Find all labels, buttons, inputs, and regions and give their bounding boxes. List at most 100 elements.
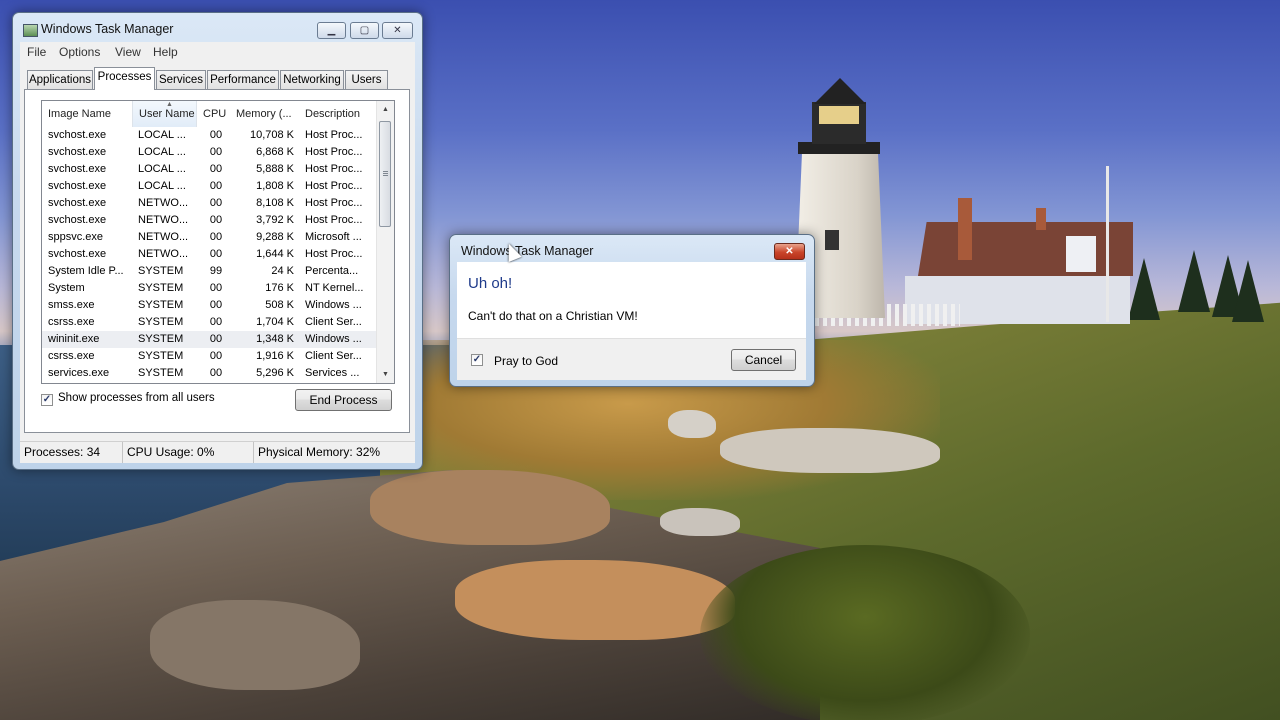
row-cpu: 00 [209, 146, 223, 158]
process-row[interactable]: svchost.exe NETWO... 00 3,792 K Host Proc... [42, 212, 377, 229]
row-user-name: NETWO... [138, 248, 189, 260]
close-button[interactable]: ✕ [382, 22, 413, 39]
row-image-name: wininit.exe [48, 333, 100, 345]
menu-view[interactable]: View [115, 45, 141, 59]
row-description: Host Proc... [305, 248, 363, 260]
wallpaper-chimney [958, 198, 972, 260]
row-user-name: NETWO... [138, 214, 189, 226]
row-image-name: svchost.exe [48, 163, 107, 175]
row-memory: 9,288 K [256, 231, 294, 243]
row-description: Host Proc... [305, 197, 363, 209]
row-image-name: System [48, 282, 85, 294]
row-memory: 1,348 K [256, 333, 294, 345]
process-row[interactable]: csrss.exe SYSTEM 00 1,704 K Client Ser... [42, 314, 377, 331]
row-image-name: svchost.exe [48, 214, 107, 226]
grip-line [383, 171, 388, 172]
row-image-name: svchost.exe [48, 248, 107, 260]
row-user-name: SYSTEM [138, 367, 184, 379]
dialog-heading: Uh oh! [468, 275, 513, 292]
pray-to-god-checkbox[interactable]: ✓ [471, 354, 483, 366]
menu-file[interactable]: File [27, 45, 46, 59]
row-memory: 10,708 K [249, 129, 294, 141]
process-row[interactable]: svchost.exe NETWO... 00 1,644 K Host Proc... [42, 246, 377, 263]
wallpaper-lighthouse-cap [814, 78, 866, 104]
pray-to-god-label: Pray to God [494, 354, 559, 368]
process-row[interactable]: wininit.exe SYSTEM 00 1,348 K Windows ... [42, 331, 377, 348]
process-row[interactable]: csrss.exe SYSTEM 00 1,916 K Client Ser... [42, 348, 377, 365]
row-cpu: 00 [209, 350, 223, 362]
process-row[interactable]: svchost.exe LOCAL ... 00 5,888 K Host Proc..… [42, 161, 377, 178]
menu-options[interactable]: Options [59, 45, 100, 59]
processes-panel: Image Name User Name ▲ CPU Memory (... D… [24, 89, 410, 433]
column-description[interactable]: Description [299, 101, 377, 127]
row-user-name: LOCAL ... [138, 163, 186, 175]
process-list-header: Image Name User Name ▲ CPU Memory (... D… [42, 101, 377, 127]
row-cpu: 00 [209, 231, 223, 243]
show-all-users-checkbox[interactable]: ✓ [41, 394, 53, 406]
row-image-name: sppsvc.exe [48, 231, 104, 243]
column-memory[interactable]: Memory (... [230, 101, 300, 127]
row-description: Host Proc... [305, 163, 363, 175]
wallpaper-lighthouse-light [819, 106, 859, 124]
row-user-name: SYSTEM [138, 282, 184, 294]
row-cpu: 00 [209, 197, 223, 209]
status-cpu-usage: CPU Usage: 0% [123, 442, 254, 463]
wallpaper-chimney [1036, 208, 1046, 230]
scroll-down-icon[interactable]: ▼ [377, 367, 394, 383]
process-row[interactable]: sppsvc.exe NETWO... 00 9,288 K Microsoft ... [42, 229, 377, 246]
row-description: Windows ... [305, 333, 362, 345]
row-user-name: SYSTEM [138, 316, 184, 328]
grip-line [383, 173, 388, 174]
row-description: Host Proc... [305, 214, 363, 226]
column-user-name[interactable]: User Name [132, 101, 197, 127]
cancel-button[interactable]: Cancel [731, 349, 796, 371]
process-row[interactable]: svchost.exe NETWO... 00 8,108 K Host Proc... [42, 195, 377, 212]
wallpaper-shrub [700, 545, 1030, 720]
row-user-name: LOCAL ... [138, 180, 186, 192]
row-description: Client Ser... [305, 316, 362, 328]
process-row[interactable]: svchost.exe LOCAL ... 00 10,708 K Host Proc.… [42, 127, 377, 144]
maximize-button[interactable]: ▢ [350, 22, 379, 39]
row-user-name: NETWO... [138, 231, 189, 243]
minimize-button[interactable]: ▁ [317, 22, 346, 39]
process-row[interactable]: smss.exe SYSTEM 00 508 K Windows ... [42, 297, 377, 314]
row-cpu: 00 [209, 180, 223, 192]
dialog-footer: ✓ Pray to God Cancel [457, 338, 806, 380]
tab-applications[interactable]: Applications [27, 70, 93, 89]
row-description: Services ... [305, 367, 360, 379]
scroll-up-icon[interactable]: ▲ [377, 102, 394, 118]
column-cpu[interactable]: CPU [197, 101, 230, 127]
column-image-name[interactable]: Image Name [42, 101, 134, 127]
wallpaper-flagpole [1106, 166, 1109, 322]
row-cpu: 00 [209, 129, 223, 141]
row-image-name: System Idle P... [48, 265, 124, 277]
tab-processes[interactable]: Processes [94, 67, 155, 90]
row-user-name: SYSTEM [138, 299, 184, 311]
dialog-close-button[interactable]: ✕ [774, 243, 805, 260]
dialog-message: Can't do that on a Christian VM! [468, 309, 638, 323]
wallpaper-tree [1232, 260, 1264, 322]
status-bar: Processes: 34 CPU Usage: 0% Physical Mem… [20, 441, 415, 463]
row-memory: 6,868 K [256, 146, 294, 158]
tab-performance[interactable]: Performance [207, 70, 279, 89]
process-row[interactable]: svchost.exe LOCAL ... 00 1,808 K Host Proc..… [42, 178, 377, 195]
wallpaper-rock [455, 560, 735, 640]
vertical-scrollbar[interactable]: ▲ ▼ [376, 101, 394, 383]
process-row[interactable]: svchost.exe LOCAL ... 00 6,868 K Host Proc..… [42, 144, 377, 161]
process-row[interactable]: System SYSTEM 00 176 K NT Kernel... [42, 280, 377, 297]
process-row[interactable]: System Idle P... SYSTEM 99 24 K Percenta... [42, 263, 377, 280]
end-process-button[interactable]: End Process [295, 389, 392, 411]
row-cpu: 00 [209, 282, 223, 294]
row-description: NT Kernel... [305, 282, 364, 294]
status-processes: Processes: 34 [20, 442, 123, 463]
row-user-name: LOCAL ... [138, 129, 186, 141]
tab-services[interactable]: Services [156, 70, 206, 89]
process-list[interactable]: Image Name User Name ▲ CPU Memory (... D… [41, 100, 395, 384]
status-physical-memory: Physical Memory: 32% [258, 445, 381, 459]
menu-help[interactable]: Help [153, 45, 178, 59]
scrollbar-thumb[interactable] [379, 121, 391, 227]
tab-networking[interactable]: Networking [280, 70, 344, 89]
row-image-name: csrss.exe [48, 350, 95, 362]
tab-users[interactable]: Users [345, 70, 388, 89]
process-row[interactable]: services.exe SYSTEM 00 5,296 K Services ... [42, 365, 377, 382]
